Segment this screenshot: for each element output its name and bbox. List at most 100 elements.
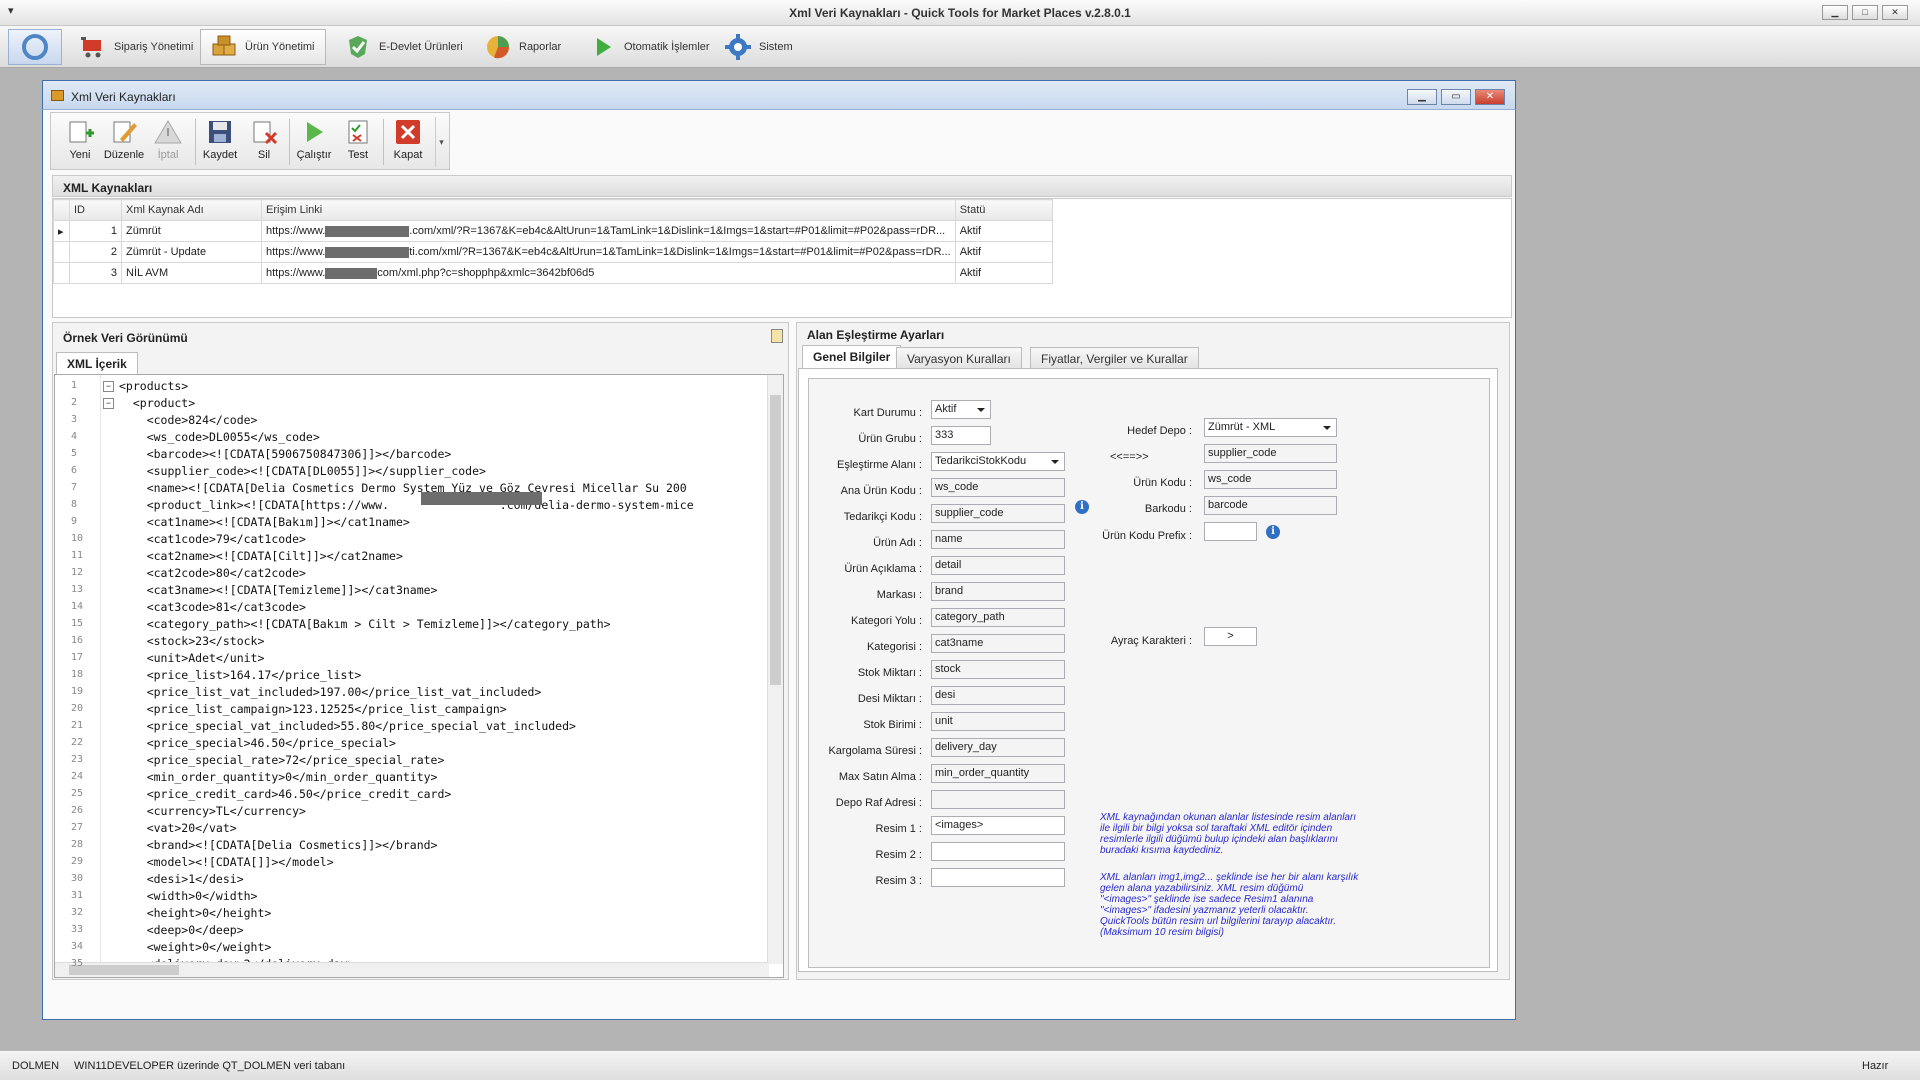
toolbar-overflow-button[interactable]: ▾ [435, 117, 447, 167]
field-input[interactable] [931, 842, 1065, 861]
field-label: Resim 1 : [875, 823, 922, 835]
maximize-button[interactable]: □ [1852, 5, 1878, 20]
field-dropdown[interactable]: TedarikciStokKodu [931, 452, 1065, 471]
xml-editor[interactable]: <products> <product> <code>824</code> <w… [54, 374, 784, 978]
close-app-button[interactable]: ✕ [1882, 5, 1908, 20]
table-row[interactable]: 3 NİL AVM https://www. com/xml.php?c=shop… [53, 262, 1053, 284]
link-prefix: https://www. [266, 225, 326, 237]
menu-sistem[interactable]: Sistem [715, 29, 803, 65]
prefix-label: Ürün Kodu Prefix : [1102, 530, 1192, 542]
run-icon [307, 122, 323, 142]
match-value-field[interactable]: supplier_code [1204, 444, 1337, 463]
field-input[interactable]: 333 [931, 426, 991, 445]
horizontal-scrollbar[interactable] [55, 962, 769, 977]
link-prefix: https://www. [266, 267, 326, 279]
fold-toggle-icon[interactable]: − [103, 398, 114, 409]
window-minimize-button[interactable]: ▁ [1407, 89, 1437, 105]
vertical-scrollbar[interactable] [767, 375, 783, 964]
column-header-link[interactable]: Erişim Linki [261, 199, 956, 221]
column-header-status[interactable]: Statü [954, 199, 1053, 221]
line-number: 5 [71, 448, 78, 459]
field-input[interactable]: name [931, 530, 1065, 549]
tab-xml-content[interactable]: XML İçerik [56, 352, 138, 375]
scrollbar-thumb[interactable] [770, 395, 781, 685]
info-icon[interactable]: i [1266, 525, 1280, 539]
test-button[interactable]: Test [337, 117, 379, 169]
line-number: 4 [71, 431, 78, 442]
code-line: <supplier_code><![CDATA[DL0055]]></suppl… [119, 464, 486, 478]
menu-siparis-yonetimi[interactable]: Sipariş Yönetimi [70, 29, 203, 65]
line-number: 14 [71, 601, 84, 612]
save-button[interactable]: Kaydet [199, 117, 241, 169]
field-input[interactable]: unit [931, 712, 1065, 731]
edit-button[interactable]: Düzenle [103, 117, 145, 169]
field-input[interactable]: category_path [931, 608, 1065, 627]
field-input[interactable]: stock [931, 660, 1065, 679]
product-code-field[interactable]: ws_code [1204, 470, 1337, 489]
toolbar-separator [289, 119, 290, 165]
tab-varyasyon-kurallari[interactable]: Varyasyon Kuralları [896, 347, 1022, 368]
field-input[interactable]: cat3name [931, 634, 1065, 653]
field-input[interactable]: min_order_quantity [931, 764, 1065, 783]
main-menu-bar: Sipariş Yönetimi Ürün Yönetimi E-Devlet … [0, 26, 1920, 68]
app-logo[interactable] [8, 29, 62, 65]
line-number: 25 [71, 788, 84, 799]
delete-button[interactable]: Sil [243, 117, 285, 169]
column-header-id[interactable]: ID [69, 199, 122, 221]
fold-toggle-icon[interactable]: − [103, 381, 114, 392]
menu-label: Otomatik İşlemler [624, 41, 710, 53]
table-row[interactable]: ▸ 1 Zümrüt https://www. .com/xml/?R=1367&… [53, 220, 1053, 242]
minimize-button[interactable]: ▁ [1822, 5, 1848, 20]
menu-otomatik-islemler[interactable]: Otomatik İşlemler [580, 29, 720, 65]
scrollbar-thumb[interactable] [69, 965, 179, 975]
line-number: 9 [71, 516, 78, 527]
field-label: Stok Miktarı : [857, 667, 922, 679]
menu-e-devlet-urunleri[interactable]: E-Devlet Ürünleri [335, 29, 473, 65]
status-database: WIN11DEVELOPER üzerinde QT_DOLMEN veri t… [74, 1060, 346, 1072]
window-close-button[interactable]: ✕ [1475, 89, 1505, 105]
cell-id: 3 [69, 262, 122, 284]
field-input[interactable]: brand [931, 582, 1065, 601]
copy-icon[interactable] [771, 329, 783, 343]
delete-icon [253, 121, 278, 145]
info-icon[interactable]: i [1075, 500, 1089, 514]
field-input[interactable]: supplier_code [931, 504, 1065, 523]
field-input[interactable]: desi [931, 686, 1065, 705]
field-dropdown[interactable]: Aktif [931, 400, 991, 419]
close-button[interactable]: Kapat [387, 117, 429, 169]
field-label: Eşleştirme Alanı : [837, 459, 922, 471]
run-button[interactable]: Çalıştır [293, 117, 335, 169]
column-header-name[interactable]: Xml Kaynak Adı [121, 199, 262, 221]
menu-raporlar[interactable]: Raporlar [475, 29, 571, 65]
tab-genel-bilgiler[interactable]: Genel Bilgiler [802, 345, 902, 368]
field-input[interactable]: detail [931, 556, 1065, 575]
prefix-field[interactable] [1204, 522, 1257, 541]
new-button[interactable]: Yeni [59, 117, 101, 169]
code-line: <model><![CDATA[]]></model> [119, 855, 334, 869]
pie-chart-icon [487, 36, 510, 59]
barcode-label: Barkodu : [1144, 503, 1192, 515]
field-input[interactable]: <images> [931, 816, 1065, 835]
cell-name: NİL AVM [121, 262, 262, 284]
window-restore-button[interactable]: ▭ [1441, 89, 1471, 105]
menu-urun-yonetimi[interactable]: Ürün Yönetimi [200, 29, 326, 65]
field-input[interactable]: delivery_day [931, 738, 1065, 757]
tab-fiyatlar-vergiler[interactable]: Fiyatlar, Vergiler ve Kurallar [1030, 347, 1199, 368]
field-input[interactable] [931, 868, 1065, 887]
status-user: DOLMEN [12, 1060, 60, 1072]
code-line: <cat3code>81</cat3code> [119, 600, 306, 614]
menu-label: Sipariş Yönetimi [114, 41, 194, 53]
field-input[interactable]: ws_code [931, 478, 1065, 497]
field-label: Ana Ürün Kodu : [840, 485, 922, 497]
field-input[interactable] [931, 790, 1065, 809]
target-depot-dropdown[interactable]: Zümrüt - XML [1204, 418, 1337, 437]
line-number: 2 [71, 397, 78, 408]
cancel-button[interactable]: İptal [147, 117, 189, 169]
barcode-field[interactable]: barcode [1204, 496, 1337, 515]
toolbar-label: İptal [157, 149, 179, 161]
product-code-label: Ürün Kodu : [1133, 477, 1192, 489]
cell-name: Zümrüt [121, 220, 262, 242]
separator-field[interactable]: > [1204, 627, 1257, 646]
link-suffix: ti.com/xml/?R=1367&K=eb4c&AltUrun=1&TamL… [409, 246, 951, 258]
table-row[interactable]: 2 Zümrüt - Update https://www. ti.com/xml… [53, 241, 1053, 263]
